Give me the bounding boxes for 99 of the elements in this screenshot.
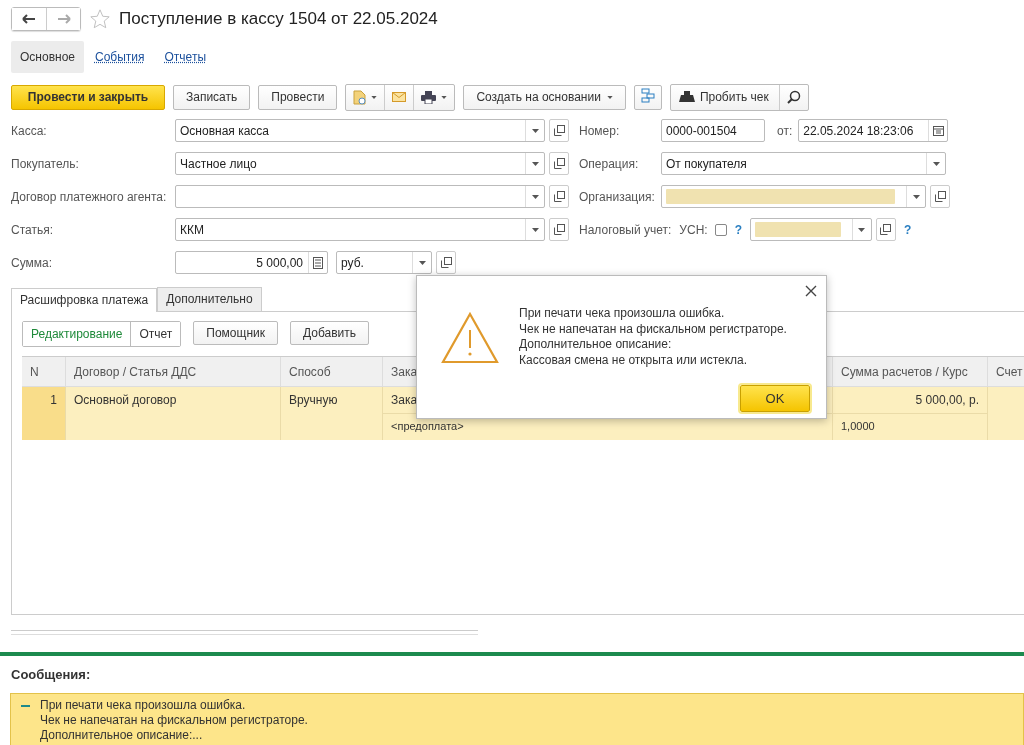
cash-register-icon	[678, 91, 695, 103]
open-button[interactable]	[549, 185, 569, 208]
post-and-close-button[interactable]: Провести и закрыть	[11, 84, 165, 110]
field-label: УСН:	[679, 222, 708, 237]
open-icon	[553, 125, 565, 136]
structure-icon	[640, 88, 655, 103]
error-message: Чек не напечатан на фискальном регистраторе.	[519, 321, 787, 337]
help-link[interactable]: ?	[734, 222, 742, 237]
document-icon	[353, 89, 367, 105]
select-field[interactable]	[661, 185, 926, 208]
open-icon	[553, 158, 565, 169]
tab[interactable]: Дополнительно	[157, 287, 262, 311]
caret-icon	[858, 227, 866, 232]
message-marker-icon	[21, 705, 30, 707]
printer-icon	[421, 90, 437, 104]
search-icon	[786, 90, 801, 104]
create-based-on-button[interactable]: Создать на основании	[463, 84, 626, 110]
section-tab[interactable]: Основное	[11, 40, 84, 73]
warning-icon	[441, 312, 499, 364]
open-icon	[440, 257, 452, 268]
tab[interactable]: Расшифровка платежа	[11, 288, 158, 312]
table-cell: Основной договор	[74, 393, 177, 407]
toolbar-button[interactable]: Добавить	[289, 321, 369, 345]
calculator-icon	[313, 256, 323, 269]
column-header: N	[22, 357, 66, 386]
field-label: Налоговый учет:	[579, 222, 672, 237]
caret-icon	[418, 260, 426, 265]
caret-icon	[932, 161, 940, 166]
table-cell-text: <предоплата>	[390, 419, 465, 434]
field-label: Номер:	[579, 123, 621, 138]
table-cell: 5 000,00, р.	[833, 387, 987, 414]
messages-title: Сообщения:	[11, 667, 92, 682]
currency-field[interactable]: руб.	[336, 251, 432, 274]
field-label: Операция:	[579, 156, 640, 171]
field-label: Договор платежного агента:	[11, 189, 168, 204]
error-message: При печати чека произошла ошибка.	[519, 306, 726, 322]
table-cell: 1	[50, 393, 57, 407]
select-field[interactable]: ККМ	[175, 218, 545, 241]
caret-icon	[531, 161, 539, 166]
amount-field[interactable]: 5 000,00	[175, 251, 328, 274]
table-cell-text: 1,0000	[840, 419, 876, 434]
field-label: Статья:	[11, 222, 55, 237]
column-header: Сумма расчетов / Курс	[833, 357, 988, 386]
post-button[interactable]: Провести	[258, 84, 338, 110]
select-field[interactable]	[175, 185, 545, 208]
section-tab[interactable]: События	[86, 40, 154, 73]
field-label: Касса:	[11, 123, 48, 138]
ok-button[interactable]: OK	[740, 385, 810, 412]
structure-button[interactable]	[633, 84, 662, 110]
message-text: При печати чека произошла ошибка.	[40, 698, 247, 713]
open-button[interactable]	[549, 218, 569, 241]
date-field[interactable]: 22.05.2024 18:23:06	[798, 119, 949, 142]
caret-icon	[912, 194, 920, 199]
close-icon[interactable]	[805, 285, 817, 297]
select-field[interactable]: От покупателя	[661, 152, 946, 175]
open-icon	[553, 224, 565, 235]
caret-icon	[531, 128, 539, 133]
caret-icon	[371, 95, 378, 99]
select-field[interactable]	[750, 218, 872, 241]
table-cell: Вручную	[289, 393, 338, 407]
checkbox[interactable]	[714, 223, 727, 236]
select-field[interactable]: Основная касса	[175, 119, 545, 142]
column-header: Способ	[281, 357, 383, 386]
window-title: Поступление в кассу 1504 от 22.05.2024	[119, 9, 438, 29]
save-button[interactable]: Записать	[173, 84, 251, 110]
back-button[interactable]	[12, 8, 46, 30]
mode-toggle[interactable]: Отчет	[130, 322, 181, 346]
back-arrow-icon	[22, 14, 36, 24]
open-icon	[880, 224, 892, 235]
caret-icon	[606, 95, 613, 99]
field-label: Покупатель:	[11, 156, 80, 171]
open-icon	[553, 191, 565, 202]
caret-icon	[441, 95, 448, 99]
message-text: Дополнительное описание:...	[40, 728, 204, 743]
select-field[interactable]: Частное лицо	[175, 152, 545, 175]
envelope-icon	[392, 92, 407, 102]
field-label: Сумма:	[11, 255, 54, 270]
toolbar-button[interactable]: Помощник	[193, 321, 278, 345]
open-icon	[934, 191, 946, 202]
help-link[interactable]: ?	[904, 222, 912, 237]
error-message: Дополнительное описание:	[519, 337, 673, 353]
open-button[interactable]	[549, 119, 569, 142]
open-button[interactable]	[876, 218, 896, 241]
open-button[interactable]	[436, 251, 456, 274]
caret-icon	[531, 227, 539, 232]
number-field[interactable]: 0000-001504	[661, 119, 765, 142]
print-receipt-button[interactable]: Пробить чек	[670, 84, 779, 110]
open-button[interactable]	[549, 152, 569, 175]
forward-arrow-icon	[56, 14, 71, 24]
field-label: от:	[777, 123, 793, 138]
field-label: Организация:	[579, 189, 656, 204]
message-text: Чек не напечатан на фискальном регистраторе.	[40, 713, 308, 728]
calendar-icon	[932, 125, 944, 136]
column-header: Договор / Статья ДДС	[66, 357, 281, 386]
open-button[interactable]	[930, 185, 950, 208]
star-icon[interactable]	[89, 8, 111, 30]
section-tab[interactable]: Отчеты	[155, 40, 215, 73]
column-header: Счет	[988, 357, 1024, 386]
caret-icon	[531, 194, 539, 199]
